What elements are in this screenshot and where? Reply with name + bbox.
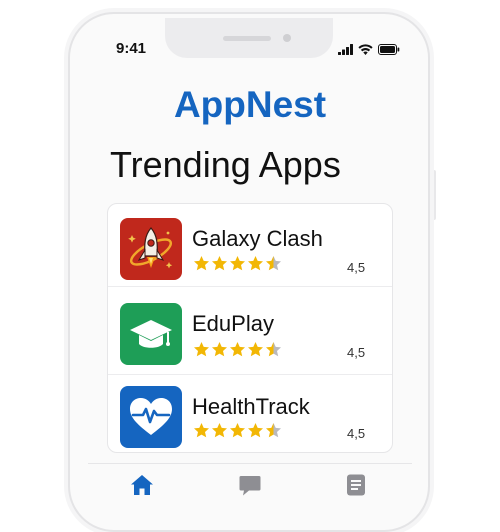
star-icon [212, 256, 227, 271]
star-icon [230, 423, 245, 438]
app-list-item[interactable]: HealthTrack 4,5 [108, 374, 392, 456]
star-icon [194, 342, 209, 357]
star-icon [266, 342, 281, 357]
star-rating [193, 341, 282, 358]
speaker-grille [223, 36, 271, 41]
star-icon [194, 256, 209, 271]
star-icon [248, 342, 263, 357]
power-button [432, 170, 436, 220]
battery-icon [378, 43, 400, 55]
wifi-icon [358, 43, 373, 55]
star-icon [230, 256, 245, 271]
rating-value: 4,5 [347, 426, 366, 441]
star-icon [248, 256, 263, 271]
heart-pulse-icon [120, 386, 182, 448]
star-icon [266, 423, 281, 438]
star-icon [266, 256, 281, 271]
cellular-signal-icon [338, 43, 353, 55]
app-store-brand: AppNest [173, 84, 327, 125]
bottom-tab-bar [88, 463, 412, 504]
trending-apps-list: Galaxy Clash 4,5 EduPlay 4,5 HealthTrack [107, 203, 393, 453]
app-list-item[interactable]: Galaxy Clash 4,5 [108, 204, 392, 287]
star-icon [194, 423, 209, 438]
rating-value: 4,5 [347, 345, 366, 360]
status-time: 9:41 [116, 40, 147, 57]
tab-messages[interactable] [237, 472, 263, 498]
star-icon [212, 423, 227, 438]
app-list-item[interactable]: EduPlay 4,5 [108, 293, 392, 375]
notch [165, 18, 333, 58]
tab-documents[interactable] [343, 472, 369, 498]
star-icon [230, 342, 245, 357]
chat-icon [239, 476, 261, 496]
section-heading: Trending Apps [110, 144, 341, 185]
app-name: Galaxy Clash [192, 226, 323, 251]
status-icons [338, 42, 400, 56]
star-rating [193, 422, 282, 439]
star-rating [193, 255, 282, 272]
rocket-icon [120, 218, 182, 280]
star-icon [212, 342, 227, 357]
graduation-cap-icon [120, 303, 182, 365]
star-icon [248, 423, 263, 438]
home-icon [131, 475, 153, 495]
document-icon [347, 474, 365, 496]
front-camera [283, 34, 291, 42]
app-name: EduPlay [192, 311, 274, 336]
rating-value: 4,5 [347, 260, 366, 275]
app-name: HealthTrack [192, 394, 310, 419]
tab-home[interactable] [129, 472, 155, 498]
